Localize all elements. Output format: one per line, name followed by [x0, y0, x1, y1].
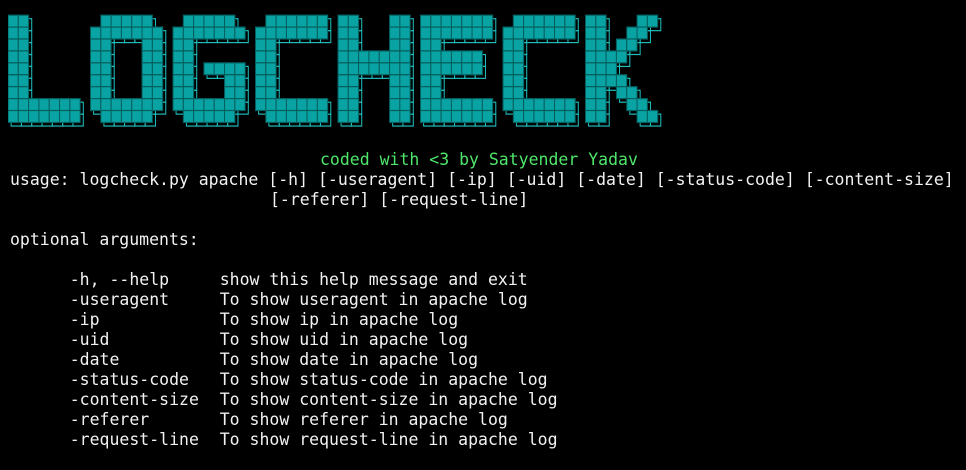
banner-letter-k — [584, 14, 662, 127]
tagline-credit: coded with <3 by Satyender Yadav — [320, 150, 638, 169]
banner-letter-e — [419, 14, 497, 127]
banner-letter-c — [254, 14, 332, 127]
usage-line-2: [-referer] [-request-line] — [270, 190, 529, 209]
logcheck-ascii-banner — [8, 8, 668, 132]
banner-letter-o — [89, 14, 167, 127]
banner-letter-g — [172, 14, 249, 127]
optional-arguments-heading: optional arguments: — [10, 230, 199, 249]
banner-letter-c — [502, 14, 579, 127]
argument-description: To show request-line in apache log — [219, 430, 558, 449]
argument-flag: -request-line — [69, 430, 199, 449]
banner-art — [8, 14, 662, 127]
banner-letter-h — [337, 14, 414, 127]
terminal-window[interactable]: coded with <3 by Satyender Yadav usage: … — [0, 0, 966, 449]
argument-row-request-line: -request-line To show request-line in apa… — [30, 410, 558, 470]
usage-line-1: usage: logcheck.py apache [-h] [-userage… — [10, 170, 954, 189]
banner-letter-l — [8, 14, 84, 127]
